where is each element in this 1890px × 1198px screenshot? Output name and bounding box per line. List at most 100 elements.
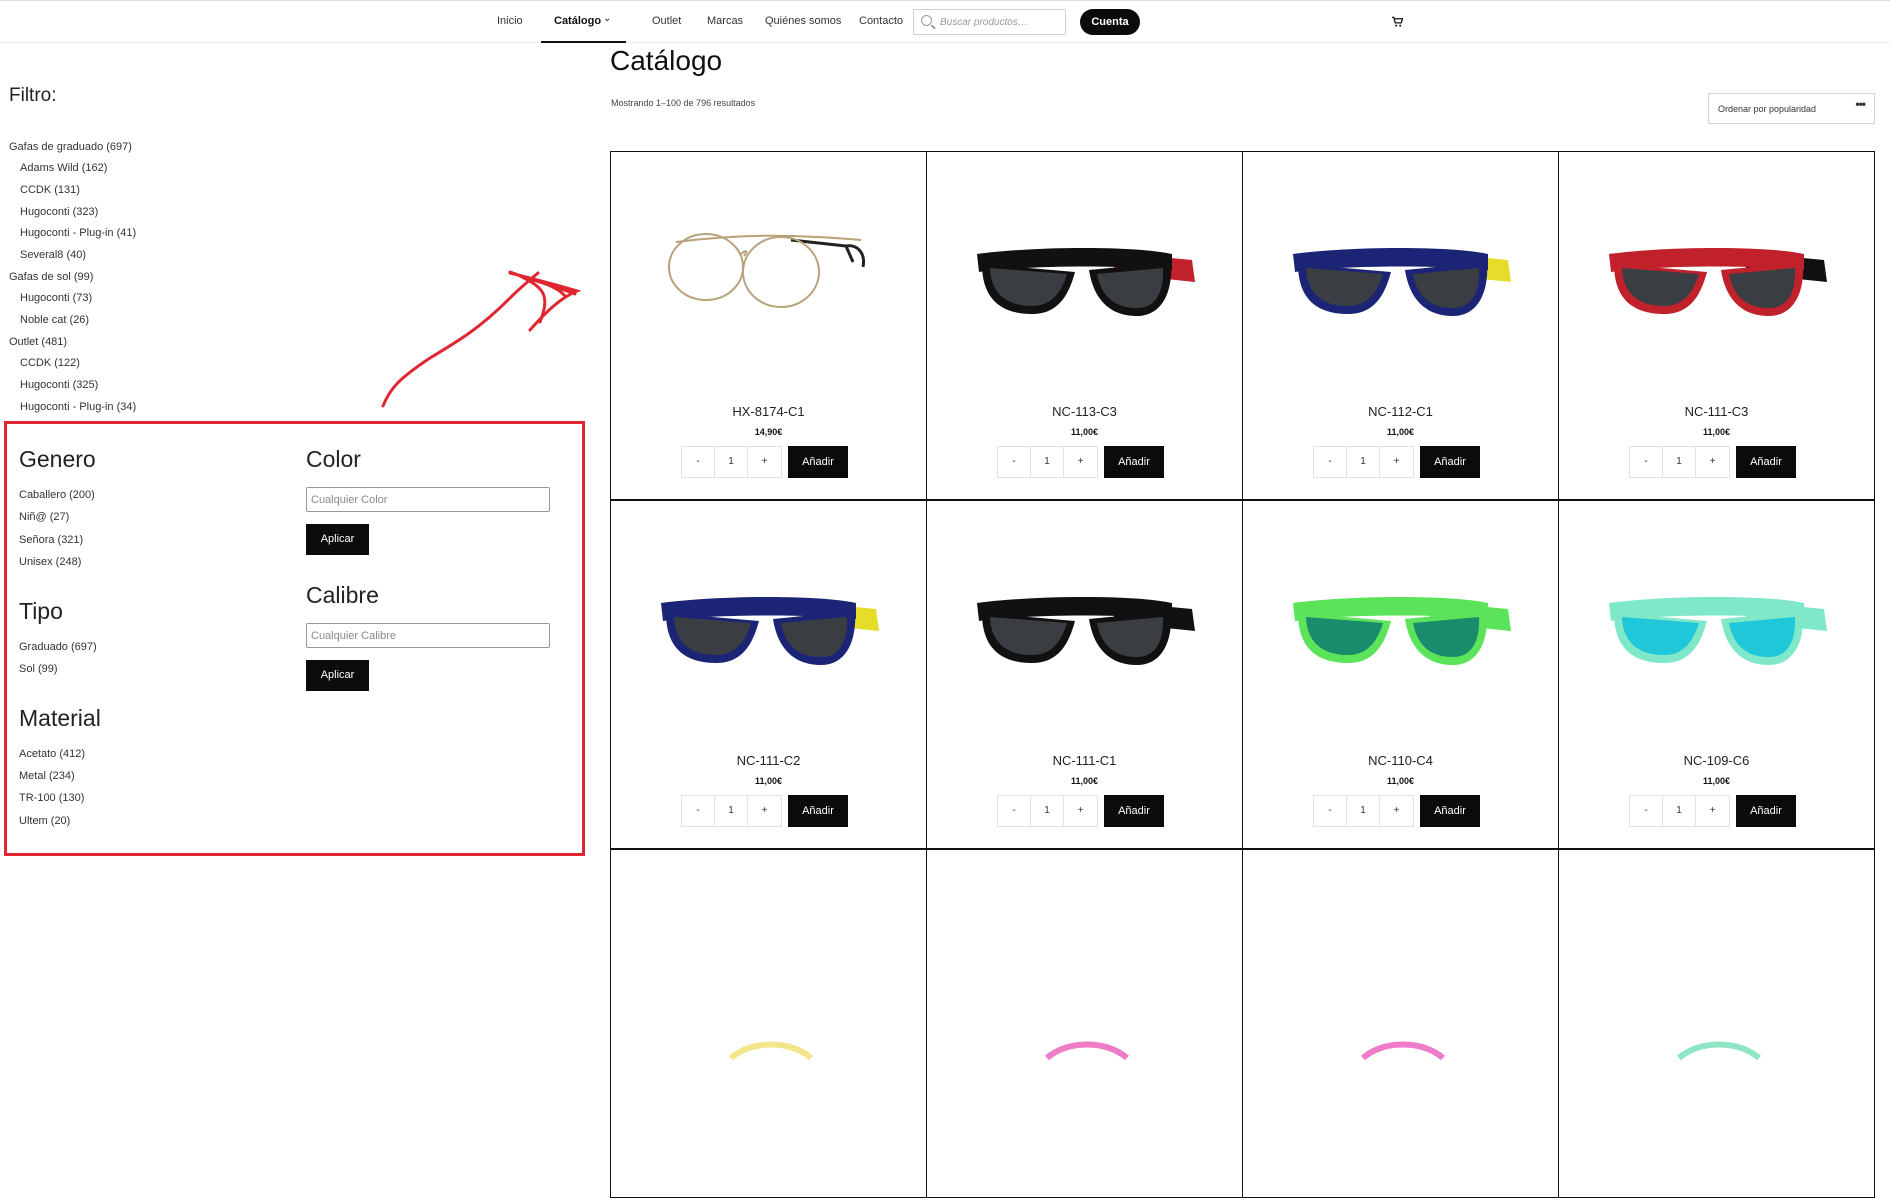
material-option[interactable]: Ultem (20) xyxy=(19,815,70,827)
subcategory-link[interactable]: Hugoconti (323) xyxy=(20,206,98,218)
product-image[interactable] xyxy=(1589,182,1846,362)
product-image[interactable] xyxy=(1589,531,1846,711)
decrease-quantity-button[interactable]: - xyxy=(1630,796,1663,826)
decrease-quantity-button[interactable]: - xyxy=(998,796,1031,826)
quantity-value[interactable]: 1 xyxy=(1347,447,1380,477)
product-card[interactable] xyxy=(926,849,1243,1198)
quantity-value[interactable]: 1 xyxy=(1031,796,1064,826)
product-card[interactable] xyxy=(1242,849,1559,1198)
add-to-cart-button[interactable]: Añadir xyxy=(1736,446,1796,478)
genero-option[interactable]: Niñ@ (27) xyxy=(19,511,69,523)
product-card[interactable] xyxy=(610,849,927,1198)
nav-catalogo[interactable]: Catálogo xyxy=(554,15,601,27)
subcategory-link[interactable]: CCDK (131) xyxy=(20,184,80,196)
product-name[interactable]: NC-113-C3 xyxy=(927,404,1242,419)
decrease-quantity-button[interactable]: - xyxy=(682,796,715,826)
product-name[interactable]: NC-111-C1 xyxy=(927,753,1242,768)
material-option[interactable]: TR-100 (130) xyxy=(19,792,84,804)
product-image[interactable] xyxy=(957,880,1214,1061)
increase-quantity-button[interactable]: + xyxy=(748,796,781,826)
color-apply-button[interactable]: Aplicar xyxy=(306,524,369,555)
increase-quantity-button[interactable]: + xyxy=(1696,796,1729,826)
product-name[interactable]: NC-110-C4 xyxy=(1243,753,1558,768)
product-name[interactable]: NC-112-C1 xyxy=(1243,404,1558,419)
add-to-cart-button[interactable]: Añadir xyxy=(1736,795,1796,827)
increase-quantity-button[interactable]: + xyxy=(1696,447,1729,477)
category-link[interactable]: Gafas de graduado (697) xyxy=(9,141,132,153)
subcategory-link[interactable]: Noble cat (26) xyxy=(20,314,89,326)
subcategory-link[interactable]: CCDK (122) xyxy=(20,357,80,369)
add-to-cart-button[interactable]: Añadir xyxy=(1104,446,1164,478)
quantity-value[interactable]: 1 xyxy=(1663,447,1696,477)
genero-option[interactable]: Señora (321) xyxy=(19,534,83,546)
color-input[interactable] xyxy=(306,487,550,512)
quantity-value[interactable]: 1 xyxy=(1347,796,1380,826)
search-box[interactable] xyxy=(913,9,1066,35)
product-image[interactable] xyxy=(1589,880,1846,1061)
subcategory-link[interactable]: Hugoconti (73) xyxy=(20,292,92,304)
subcategory-link[interactable]: Hugoconti (325) xyxy=(20,379,98,391)
product-image[interactable] xyxy=(641,531,898,711)
increase-quantity-button[interactable]: + xyxy=(1380,447,1413,477)
add-to-cart-button[interactable]: Añadir xyxy=(788,446,848,478)
calibre-apply-button[interactable]: Aplicar xyxy=(306,660,369,691)
quantity-value[interactable]: 1 xyxy=(715,796,748,826)
subcategory-link[interactable]: Adams Wild (162) xyxy=(20,162,107,174)
add-to-cart-button[interactable]: Añadir xyxy=(788,795,848,827)
product-card[interactable]: NC-110-C4 11,00€ - 1 + Añadir xyxy=(1242,500,1559,849)
subcategory-link[interactable]: Hugoconti - Plug-in (34) xyxy=(20,401,136,413)
subcategory-link[interactable]: Several8 (40) xyxy=(20,249,86,261)
material-option[interactable]: Metal (234) xyxy=(19,770,75,782)
chevron-down-icon[interactable]: ⌄ xyxy=(603,13,611,24)
product-card[interactable]: NC-113-C3 11,00€ - 1 + Añadir xyxy=(926,151,1243,500)
nav-quienes-somos[interactable]: Quiénes somos xyxy=(765,15,841,27)
decrease-quantity-button[interactable]: - xyxy=(1314,447,1347,477)
product-name[interactable]: NC-111-C2 xyxy=(611,753,926,768)
product-card[interactable]: HX-8174-C1 14,90€ - 1 + Añadir xyxy=(610,151,927,500)
nav-inicio[interactable]: Inicio xyxy=(497,15,523,27)
tipo-option[interactable]: Graduado (697) xyxy=(19,641,97,653)
account-button[interactable]: Cuenta xyxy=(1080,9,1140,35)
increase-quantity-button[interactable]: + xyxy=(1064,796,1097,826)
quantity-value[interactable]: 1 xyxy=(1031,447,1064,477)
category-link[interactable]: Gafas de sol (99) xyxy=(9,271,93,283)
nav-contacto[interactable]: Contacto xyxy=(859,15,903,27)
product-card[interactable]: NC-111-C1 11,00€ - 1 + Añadir xyxy=(926,500,1243,849)
category-link[interactable]: Outlet (481) xyxy=(9,336,67,348)
subcategory-link[interactable]: Hugoconti - Plug-in (41) xyxy=(20,227,136,239)
product-image[interactable] xyxy=(957,182,1214,362)
product-card[interactable]: NC-111-C3 11,00€ - 1 + Añadir xyxy=(1558,151,1875,500)
decrease-quantity-button[interactable]: - xyxy=(1630,447,1663,477)
decrease-quantity-button[interactable]: - xyxy=(1314,796,1347,826)
search-input[interactable] xyxy=(940,14,1062,31)
quantity-value[interactable]: 1 xyxy=(715,447,748,477)
product-image[interactable] xyxy=(1273,880,1530,1061)
quantity-value[interactable]: 1 xyxy=(1663,796,1696,826)
increase-quantity-button[interactable]: + xyxy=(1380,796,1413,826)
add-to-cart-button[interactable]: Añadir xyxy=(1420,795,1480,827)
sort-select[interactable]: Ordenar por popularidad ••• xyxy=(1708,93,1875,124)
product-card[interactable] xyxy=(1558,849,1875,1198)
material-option[interactable]: Acetato (412) xyxy=(19,748,85,760)
product-image[interactable] xyxy=(957,531,1214,711)
nav-outlet[interactable]: Outlet xyxy=(652,15,681,27)
product-image[interactable] xyxy=(1273,531,1530,711)
calibre-input[interactable] xyxy=(306,623,550,648)
product-name[interactable]: NC-109-C6 xyxy=(1559,753,1874,768)
decrease-quantity-button[interactable]: - xyxy=(998,447,1031,477)
product-image[interactable] xyxy=(641,182,898,362)
increase-quantity-button[interactable]: + xyxy=(1064,447,1097,477)
product-card[interactable]: NC-109-C6 11,00€ - 1 + Añadir xyxy=(1558,500,1875,849)
increase-quantity-button[interactable]: + xyxy=(748,447,781,477)
product-name[interactable]: NC-111-C3 xyxy=(1559,404,1874,419)
product-card[interactable]: NC-111-C2 11,00€ - 1 + Añadir xyxy=(610,500,927,849)
nav-marcas[interactable]: Marcas xyxy=(707,15,743,27)
cart-icon[interactable] xyxy=(1392,16,1403,28)
genero-option[interactable]: Caballero (200) xyxy=(19,489,95,501)
product-card[interactable]: NC-112-C1 11,00€ - 1 + Añadir xyxy=(1242,151,1559,500)
product-name[interactable]: HX-8174-C1 xyxy=(611,404,926,419)
add-to-cart-button[interactable]: Añadir xyxy=(1420,446,1480,478)
tipo-option[interactable]: Sol (99) xyxy=(19,663,58,675)
genero-option[interactable]: Unisex (248) xyxy=(19,556,81,568)
product-image[interactable] xyxy=(1273,182,1530,362)
